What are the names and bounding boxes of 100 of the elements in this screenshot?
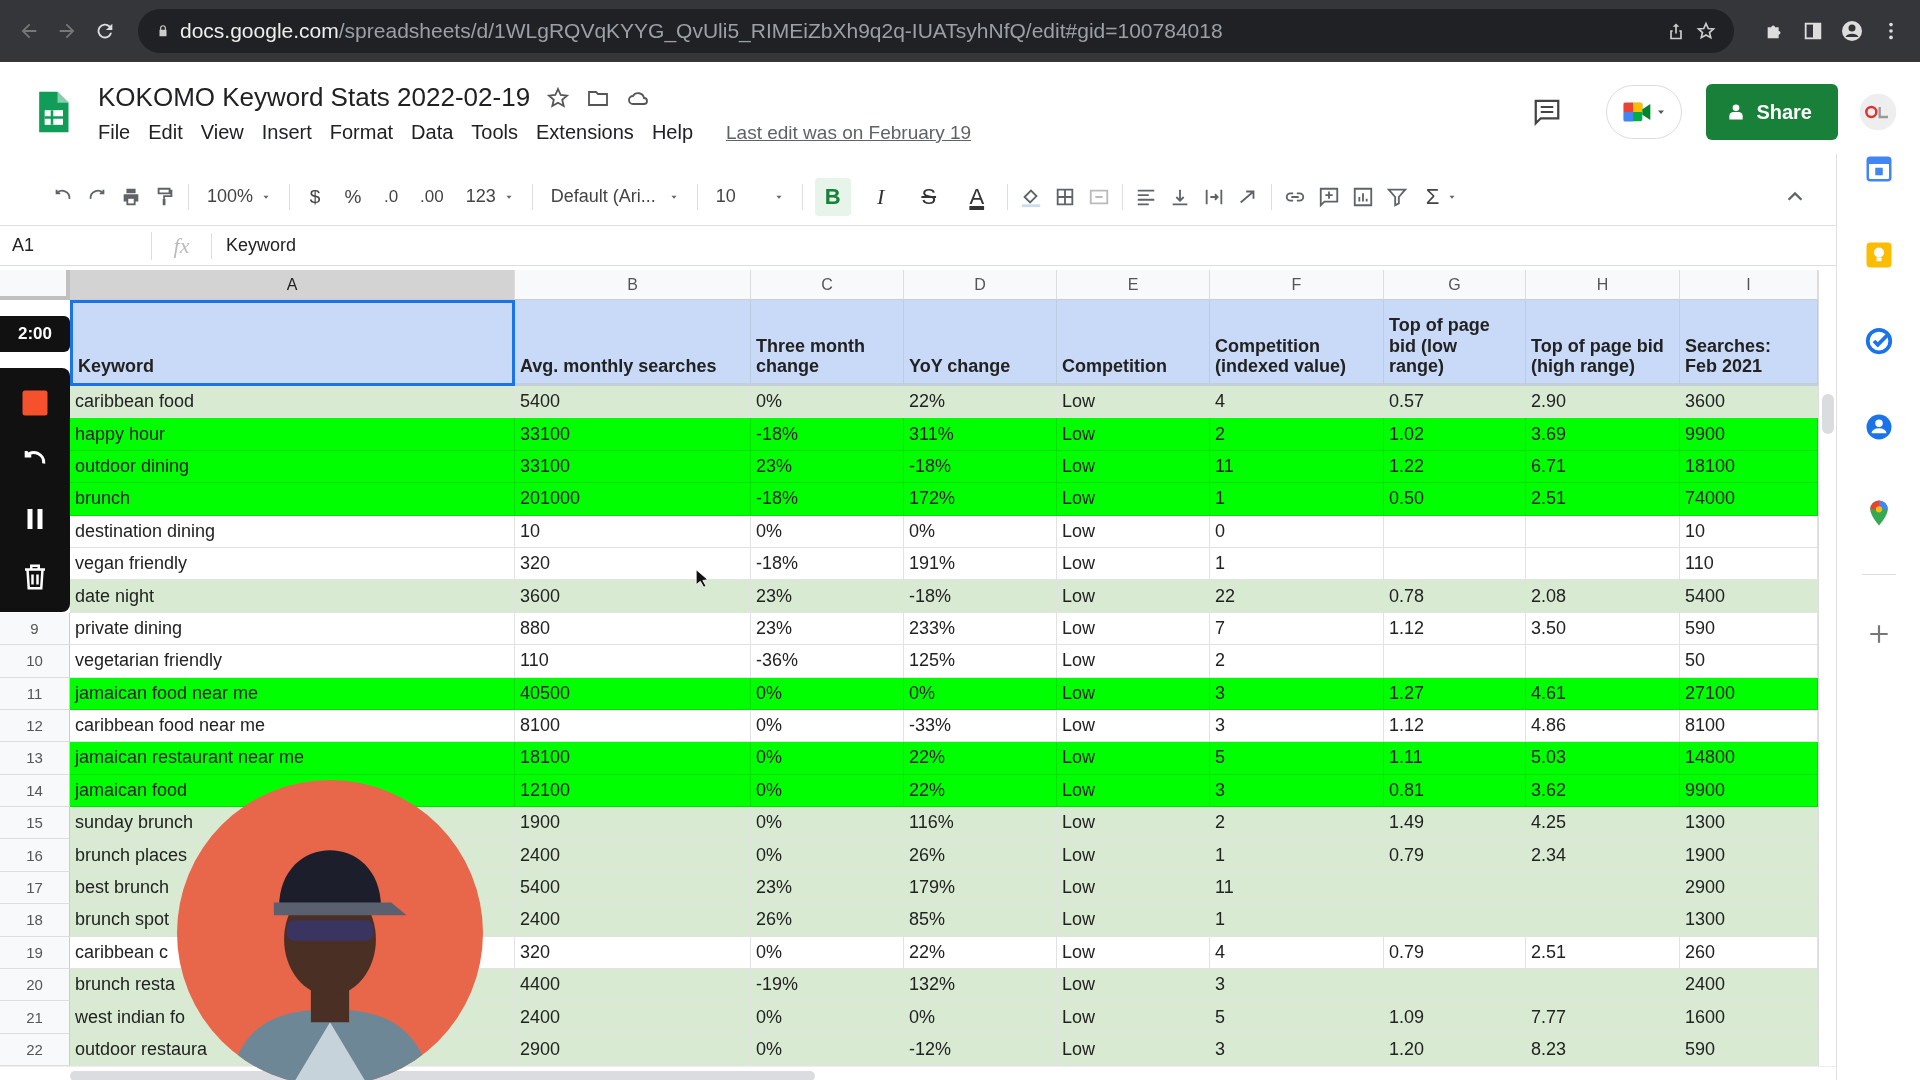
- avatar-icon[interactable]: [1858, 92, 1898, 132]
- menu-item[interactable]: Help: [642, 119, 702, 146]
- column-letter[interactable]: D: [904, 270, 1057, 300]
- column-letter[interactable]: E: [1057, 270, 1210, 300]
- strike-button[interactable]: S: [910, 177, 947, 216]
- row-number[interactable]: 10: [0, 645, 70, 678]
- column-letter[interactable]: G: [1384, 270, 1526, 300]
- table-cell: 2900: [1680, 871, 1818, 905]
- table-cell: 6.71: [1526, 450, 1680, 484]
- table-cell: 11: [1210, 871, 1384, 905]
- row-number[interactable]: 12: [0, 709, 70, 743]
- table-cell: 3: [1210, 677, 1384, 710]
- table-cell: 33100: [515, 450, 751, 484]
- bold-button[interactable]: B: [814, 177, 851, 216]
- row-number[interactable]: 9: [0, 612, 70, 646]
- table-cell: -18%: [904, 450, 1057, 484]
- row-number[interactable]: 13: [0, 742, 70, 775]
- table-cell: 0%: [904, 677, 1057, 710]
- color-button[interactable]: A: [958, 177, 995, 216]
- stop-icon[interactable]: [20, 388, 50, 418]
- star-icon[interactable]: [1696, 21, 1716, 41]
- table-cell: 27100: [1680, 677, 1818, 710]
- share-button[interactable]: Share: [1706, 84, 1838, 140]
- table-cell: brunch: [70, 483, 515, 516]
- table-cell: 2.90: [1526, 386, 1680, 419]
- row-number[interactable]: 14: [0, 774, 70, 808]
- row-number[interactable]: 16: [0, 839, 70, 872]
- tasks-icon[interactable]: [1863, 326, 1894, 356]
- table-cell: 18100: [515, 742, 751, 775]
- table-cell: 0%: [904, 515, 1057, 548]
- row-number[interactable]: 22: [0, 1033, 70, 1067]
- column-letter[interactable]: H: [1526, 270, 1680, 300]
- row-number[interactable]: 18: [0, 904, 70, 937]
- document-title[interactable]: KOKOMO Keyword Stats 2022-02-19: [98, 82, 531, 113]
- column-letter[interactable]: I: [1680, 270, 1818, 300]
- table-cell: 1.20: [1384, 1033, 1526, 1067]
- menu-item[interactable]: Tools: [462, 119, 528, 146]
- table-cell: 2400: [515, 1001, 751, 1034]
- row-number[interactable]: 11: [0, 677, 70, 710]
- menu-item[interactable]: View: [191, 119, 253, 146]
- menu-item[interactable]: Insert: [252, 119, 321, 146]
- sidebar-icon[interactable]: [1802, 20, 1824, 42]
- column-header-cell: Three month change: [751, 300, 904, 386]
- decrease-decimals-button[interactable]: .0: [378, 182, 405, 211]
- table-cell: 2.34: [1526, 839, 1680, 872]
- functions-dropdown[interactable]: Σ: [1419, 179, 1464, 214]
- table-cell: 0.79: [1384, 839, 1526, 872]
- percent-button[interactable]: %: [340, 181, 367, 212]
- table-cell: Low: [1057, 807, 1210, 840]
- row-number[interactable]: 21: [0, 1001, 70, 1034]
- menu-item[interactable]: File: [98, 119, 140, 146]
- table-cell: Low: [1057, 774, 1210, 808]
- font-size-dropdown[interactable]: 10: [709, 182, 790, 211]
- table-cell: 4400: [515, 969, 751, 1002]
- table-cell: 14800: [1680, 742, 1818, 775]
- row-number[interactable]: 20: [0, 969, 70, 1002]
- zoom-dropdown[interactable]: 100%: [201, 182, 278, 211]
- menu-item[interactable]: Data: [402, 119, 463, 146]
- add-comment-icon[interactable]: [1317, 185, 1340, 208]
- table-cell: 3.62: [1526, 774, 1680, 808]
- column-letter[interactable]: C: [751, 270, 904, 300]
- increase-decimals-button[interactable]: .00: [416, 182, 448, 211]
- table-cell: 8.23: [1526, 1033, 1680, 1067]
- italic-button[interactable]: I: [862, 177, 899, 216]
- table-cell: -18%: [751, 547, 904, 581]
- column-letter[interactable]: A: [70, 270, 515, 300]
- number-format-dropdown[interactable]: 123: [459, 182, 520, 211]
- chart-icon[interactable]: [1351, 185, 1374, 208]
- column-header-cell: Competition: [1057, 300, 1210, 386]
- table-cell: 172%: [904, 483, 1057, 516]
- row-number[interactable]: 17: [0, 871, 70, 905]
- address-bar[interactable]: docs.google.com/spreadsheets/d/1WLgRQVqKYYG_QvUli5_RIMEiZbXh9q2q-IUATsyhNfQ/edit#gid=100784018: [138, 9, 1734, 53]
- row-number[interactable]: 19: [0, 936, 70, 970]
- table-cell: 2.51: [1526, 483, 1680, 516]
- table-cell: 1.02: [1384, 418, 1526, 451]
- table-cell: 4.61: [1526, 677, 1680, 710]
- last-edit-link[interactable]: Last edit was on February 19: [726, 121, 972, 144]
- column-letter[interactable]: B: [515, 270, 751, 300]
- profile-icon[interactable]: [1840, 19, 1864, 43]
- menu-item[interactable]: Edit: [139, 119, 192, 146]
- menu-item[interactable]: Extensions: [527, 119, 643, 146]
- menu-item[interactable]: Format: [320, 119, 403, 146]
- star-icon[interactable]: [546, 85, 571, 110]
- scrollbar-thumb[interactable]: [1822, 394, 1834, 434]
- column-header-cell: Avg. monthly searches: [515, 300, 751, 386]
- table-cell: -36%: [751, 645, 904, 678]
- table-cell: 0%: [751, 1033, 904, 1067]
- name-box[interactable]: A1: [0, 231, 152, 260]
- table-cell: Low: [1057, 742, 1210, 775]
- row-number[interactable]: 15: [0, 807, 70, 840]
- table-cell: 1300: [1680, 807, 1818, 840]
- table-cell: 23%: [751, 580, 904, 613]
- formula-input[interactable]: Keyword: [212, 235, 297, 256]
- table-cell: 5400: [1680, 580, 1818, 613]
- column-letter[interactable]: F: [1210, 270, 1384, 300]
- font-dropdown[interactable]: Default (Ari...: [544, 182, 685, 211]
- table-cell: 18100: [1680, 450, 1818, 484]
- table-cell: Low: [1057, 515, 1210, 548]
- currency-button[interactable]: $: [302, 181, 329, 212]
- table-cell: Low: [1057, 709, 1210, 743]
